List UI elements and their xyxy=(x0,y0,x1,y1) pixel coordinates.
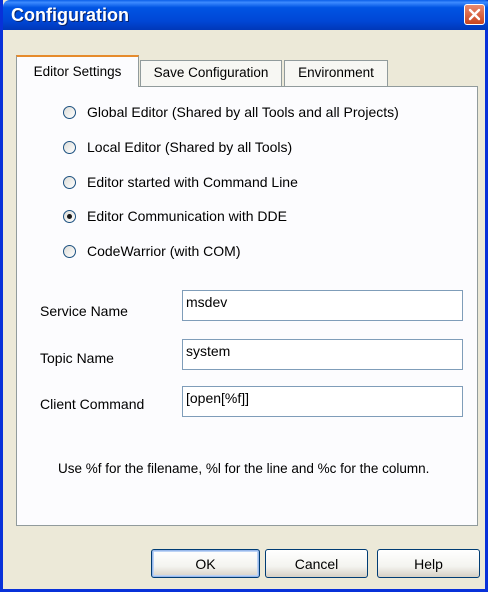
title-bar[interactable]: Configuration xyxy=(3,0,488,30)
radio-label-global-editor: Global Editor (Shared by all Tools and a… xyxy=(87,104,399,120)
client-command-input[interactable] xyxy=(182,386,463,417)
configuration-dialog: Configuration Editor Settings Save Confi… xyxy=(0,0,488,592)
radio-button-global-editor[interactable] xyxy=(63,105,76,119)
topic-name-label: Topic Name xyxy=(40,350,114,366)
radio-label-command-line-editor: Editor started with Command Line xyxy=(87,174,298,190)
radio-button-command-line-editor[interactable] xyxy=(63,175,76,189)
placeholder-hint-text: Use %f for the filename, %l for the line… xyxy=(58,461,430,476)
radio-command-line-editor[interactable]: Editor started with Command Line xyxy=(63,172,298,192)
tab-environment[interactable]: Environment xyxy=(284,60,388,87)
client-command-label: Client Command xyxy=(40,396,145,412)
tab-editor-settings[interactable]: Editor Settings xyxy=(16,55,139,87)
ok-button[interactable]: OK xyxy=(151,549,260,578)
radio-button-local-editor[interactable] xyxy=(63,140,76,154)
help-button[interactable]: Help xyxy=(377,549,480,578)
radio-label-codewarrior-com: CodeWarrior (with COM) xyxy=(87,243,241,259)
topic-name-input[interactable] xyxy=(182,339,463,370)
close-button[interactable] xyxy=(464,4,485,25)
radio-local-editor[interactable]: Local Editor (Shared by all Tools) xyxy=(63,137,292,157)
radio-dde-editor[interactable]: Editor Communication with DDE xyxy=(63,206,287,226)
radio-label-local-editor: Local Editor (Shared by all Tools) xyxy=(87,139,293,155)
service-name-input[interactable] xyxy=(182,290,463,321)
radio-button-codewarrior-com[interactable] xyxy=(63,244,76,258)
window-title: Configuration xyxy=(11,5,129,25)
radio-global-editor[interactable]: Global Editor (Shared by all Tools and a… xyxy=(63,102,399,122)
radio-codewarrior-com[interactable]: CodeWarrior (with COM) xyxy=(63,241,241,261)
tab-save-configuration[interactable]: Save Configuration xyxy=(140,60,282,87)
radio-button-dde-editor[interactable] xyxy=(63,209,76,223)
cancel-button[interactable]: Cancel xyxy=(265,549,368,578)
service-name-label: Service Name xyxy=(40,303,128,319)
close-icon xyxy=(468,8,481,21)
radio-selected-dot-icon xyxy=(67,213,72,219)
radio-label-dde-editor: Editor Communication with DDE xyxy=(87,208,287,224)
